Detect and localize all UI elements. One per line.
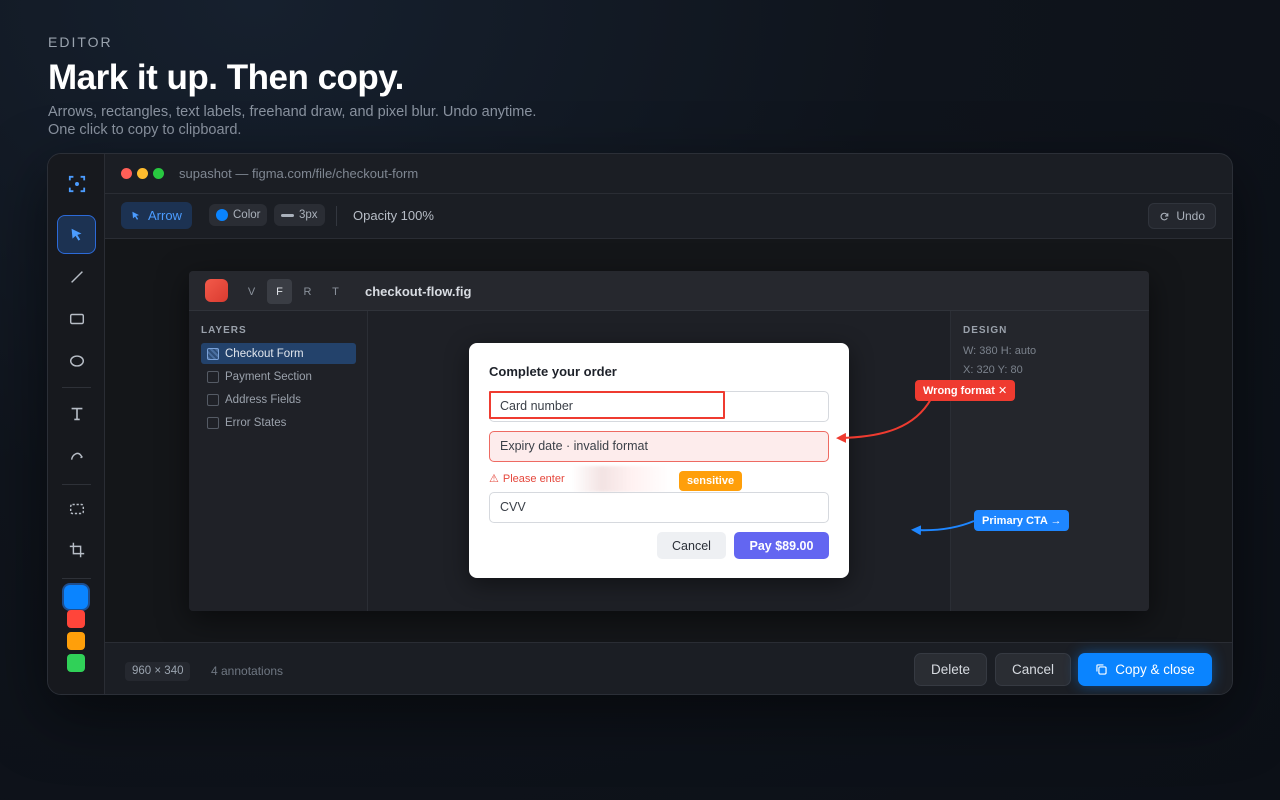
- dimensions-badge: 960 × 340: [125, 662, 191, 681]
- swatch-orange[interactable]: [67, 632, 85, 650]
- window-titlebar: supashot — figma.com/file/checkout-form: [105, 154, 1232, 194]
- layer-item: Checkout Form: [201, 343, 356, 364]
- warning-icon: ⚠: [489, 473, 499, 485]
- delete-button[interactable]: Delete: [914, 653, 987, 686]
- hero-subtitle: Arrows, rectangles, text labels, freehan…: [48, 103, 648, 139]
- figma-file-name: checkout-flow.fig: [365, 284, 472, 299]
- close-dot[interactable]: [121, 168, 132, 179]
- arrow-tool-label: Arrow: [148, 208, 182, 223]
- minimize-dot[interactable]: [137, 168, 148, 179]
- color-label: Color: [233, 209, 261, 221]
- layer-item: Error States: [201, 412, 356, 433]
- layers-panel: LAYERS Checkout Form Payment Section Add…: [189, 311, 368, 611]
- swatch-red[interactable]: [67, 610, 85, 628]
- editor-window: supashot — figma.com/file/checkout-form …: [47, 153, 1233, 695]
- hero-eyebrow: EDITOR: [48, 34, 113, 50]
- line-icon[interactable]: [57, 257, 96, 296]
- arrow-cursor-icon: [132, 211, 139, 220]
- layer-label: Address Fields: [225, 393, 302, 406]
- editor-toolbar: Arrow Color 3px Opacity 100% Undo: [105, 194, 1232, 239]
- toolbar-divider: [336, 206, 337, 226]
- stroke-label: 3px: [299, 209, 318, 221]
- maximize-dot[interactable]: [153, 168, 164, 179]
- opacity-control[interactable]: Opacity 100%: [353, 208, 434, 223]
- crop-icon[interactable]: [57, 530, 96, 569]
- modal-title: Complete your order: [489, 364, 617, 379]
- hero-subtitle-line-2: One click to copy to clipboard.: [48, 122, 242, 138]
- arrow-tool-button[interactable]: Arrow: [121, 202, 192, 229]
- layer-checkbox-icon: [207, 370, 219, 383]
- app-logo-icon: [57, 164, 96, 203]
- layer-item: Address Fields: [201, 389, 356, 410]
- layer-label: Payment Section: [225, 370, 312, 383]
- layer-item: Payment Section: [201, 366, 356, 387]
- figma-tab-f: F: [267, 279, 292, 304]
- rectangle-icon[interactable]: [57, 299, 96, 338]
- window-title: supashot — figma.com/file/checkout-form: [179, 166, 419, 181]
- figma-tab-t: T: [332, 285, 339, 298]
- captured-screenshot[interactable]: V F R T checkout-flow.fig LAYERS Checkou…: [189, 271, 1149, 611]
- tool-rail: [48, 154, 105, 694]
- design-position: X: 320 Y: 80: [963, 364, 1023, 376]
- swatch-green[interactable]: [67, 654, 85, 672]
- figma-topbar: V F R T checkout-flow.fig: [189, 271, 1149, 311]
- undo-label: Undo: [1176, 209, 1205, 223]
- layer-label: Error States: [225, 416, 287, 429]
- cvv-field: CVV: [489, 492, 829, 523]
- layer-checkbox-icon: [207, 347, 219, 360]
- rail-divider: [62, 578, 91, 579]
- annotation-count: 4 annotations: [211, 664, 284, 678]
- arrow-cursor-icon[interactable]: [57, 215, 96, 254]
- copy-and-close-button[interactable]: Copy & close: [1078, 653, 1212, 686]
- color-dot-icon: [216, 209, 228, 221]
- error-message: ⚠ Please enter: [489, 472, 565, 486]
- stroke-line-icon: [281, 213, 294, 217]
- modal-cancel-button: Cancel: [657, 532, 726, 559]
- checkout-modal: Complete your order Card number Expiry d…: [469, 343, 849, 578]
- figma-tab-r: R: [303, 285, 312, 298]
- layers-heading: LAYERS: [201, 325, 247, 336]
- editor-footer: 960 × 340 4 annotations Delete Cancel Co…: [105, 642, 1232, 694]
- sensitive-label[interactable]: sensitive: [679, 471, 743, 491]
- expiry-field: Expiry date · invalid format: [489, 431, 829, 462]
- hero-subtitle-line-1: Arrows, rectangles, text labels, freehan…: [48, 104, 537, 120]
- ellipse-icon[interactable]: [57, 341, 96, 380]
- error-text: Please enter: [502, 472, 565, 485]
- error-highlight-rectangle[interactable]: [489, 391, 725, 419]
- rail-divider: [62, 387, 91, 388]
- freehand-icon[interactable]: [57, 436, 96, 475]
- figma-tab-v: V: [247, 285, 256, 298]
- hero-title: Mark it up. Then copy.: [48, 58, 404, 97]
- design-size: W: 380 H: auto: [963, 345, 1037, 357]
- swatch-blue[interactable]: [64, 585, 88, 609]
- wrong-format-label[interactable]: Wrong format ✕: [915, 380, 1016, 401]
- primary-cta-label[interactable]: Primary CTA →: [974, 510, 1070, 531]
- layer-checkbox-icon: [207, 416, 219, 429]
- copy-and-close-label: Copy & close: [1115, 662, 1195, 677]
- color-picker-button[interactable]: Color: [209, 204, 268, 226]
- cancel-button[interactable]: Cancel: [995, 653, 1071, 686]
- design-heading: DESIGN: [963, 325, 1008, 336]
- blur-select-icon[interactable]: [57, 489, 96, 528]
- stroke-width-button[interactable]: 3px: [274, 204, 325, 226]
- design-panel: DESIGN W: 380 H: auto X: 320 Y: 80: [950, 311, 1149, 611]
- layer-label: Checkout Form: [225, 347, 304, 360]
- rail-divider: [62, 484, 91, 485]
- pixel-blur-region[interactable]: [572, 466, 672, 492]
- layer-checkbox-icon: [207, 393, 219, 406]
- figma-logo-icon: [205, 279, 228, 302]
- pay-button: Pay $89.00: [734, 532, 829, 559]
- copy-icon: [1096, 664, 1107, 675]
- editor-canvas[interactable]: V F R T checkout-flow.fig LAYERS Checkou…: [105, 239, 1232, 642]
- undo-button[interactable]: Undo: [1148, 203, 1216, 229]
- text-icon[interactable]: [57, 394, 96, 433]
- undo-icon: [1160, 212, 1169, 220]
